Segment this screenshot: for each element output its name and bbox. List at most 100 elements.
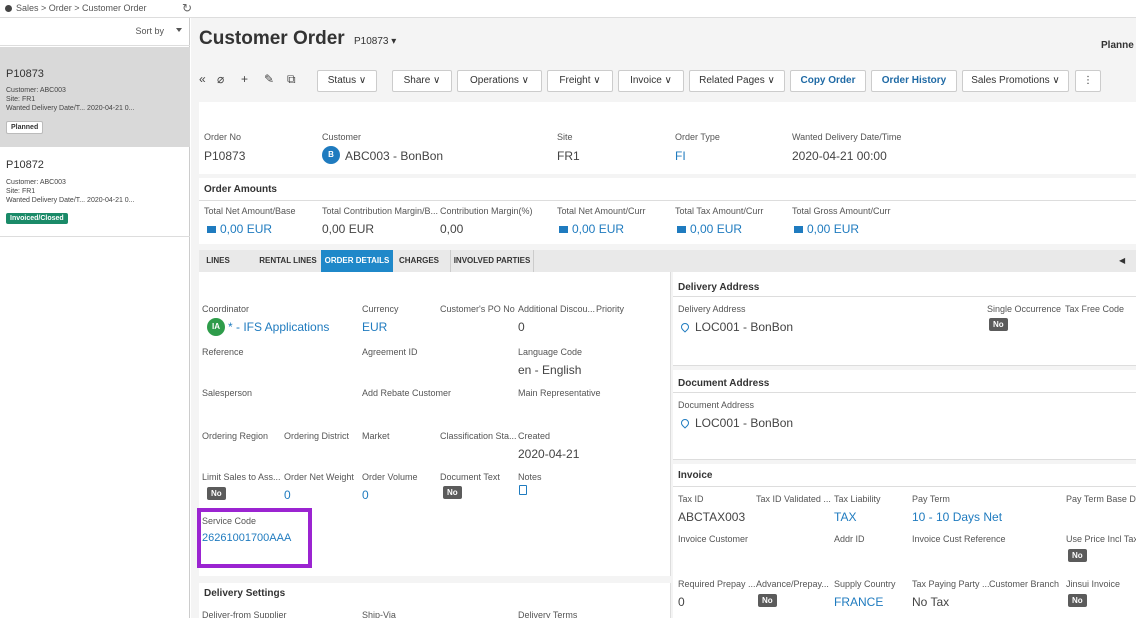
operations-menu-button[interactable]: Operations ∨: [457, 70, 542, 92]
copy-icon[interactable]: ⧉: [287, 72, 296, 87]
tab-rental-lines[interactable]: RENTAL LINES: [256, 250, 320, 272]
branch-label: Customer Branch: [989, 579, 1060, 589]
delivery-address-label: Delivery Address: [678, 304, 746, 314]
tax-liability-value[interactable]: TAX: [834, 510, 856, 524]
ship-via-label: Ship-Via: [362, 610, 396, 618]
status-menu-button[interactable]: Status ∨: [317, 70, 377, 92]
add-icon[interactable]: +: [241, 72, 248, 86]
order-wanted-date: Wanted Delivery Date/T... 2020-04-21 0..…: [6, 197, 135, 204]
customer-label: Customer: [322, 132, 362, 142]
order-details-panel: Coordinator IA * - IFS Applications Curr…: [197, 272, 671, 618]
prepay-value: 0: [678, 595, 685, 609]
page-header: Customer Order P10873 ▾ Planne « ⌀ + ✎ ⧉…: [191, 18, 1136, 102]
order-customer: Customer: ABC003: [6, 87, 66, 94]
net-curr-amount: 0,00 EUR: [572, 222, 625, 236]
divider: [199, 576, 671, 583]
refresh-icon[interactable]: ↻: [182, 1, 192, 15]
doc-text-badge: No: [443, 486, 462, 499]
jinsui-label: Jinsui Invoice: [1066, 579, 1121, 589]
sort-by-control[interactable]: Sort by: [0, 18, 190, 46]
delivery-address-value[interactable]: LOC001 - BonBon: [679, 320, 794, 334]
language-label: Language Code: [518, 347, 583, 357]
order-no-label: Order No: [204, 132, 242, 142]
breadcrumb[interactable]: Sales > Order > Customer Order: [16, 3, 147, 13]
contribution-value: 0,00 EUR: [322, 222, 375, 236]
tab-lines[interactable]: LINES: [199, 250, 237, 272]
document-address-panel: Document Address Document Address LOC001…: [673, 370, 1136, 460]
coordinator-value[interactable]: * - IFS Applications: [228, 320, 329, 334]
customer-value[interactable]: ABC003 - BonBon: [345, 149, 443, 163]
tab-scroll-left-icon[interactable]: ◀: [1119, 256, 1125, 265]
order-card[interactable]: P10872 Customer: ABC003 Site: FR1 Wanted…: [0, 147, 190, 237]
delivery-address-text: LOC001 - BonBon: [695, 320, 794, 334]
deliver-from-label: Deliver-from Supplier: [202, 610, 287, 618]
collapse-icon[interactable]: «: [199, 72, 206, 86]
order-id: P10872: [6, 159, 44, 171]
currency-value[interactable]: EUR: [362, 320, 387, 334]
coordinator-label: Coordinator: [202, 304, 250, 314]
tab-involved-parties[interactable]: INVOLVED PARTIES: [450, 250, 534, 272]
attachment-icon[interactable]: ⌀: [217, 72, 224, 86]
delivery-address-panel: Delivery Address Delivery Address LOC001…: [673, 272, 1136, 366]
net-curr-value[interactable]: 0,00 EUR: [559, 222, 624, 236]
main-rep-label: Main Representative: [518, 388, 601, 398]
order-no-value: P10873: [204, 149, 246, 163]
notes-icon[interactable]: [519, 485, 527, 495]
pay-term-value[interactable]: 10 - 10 Days Net: [912, 510, 1002, 524]
home-icon[interactable]: [5, 5, 12, 12]
region-label: Ordering Region: [202, 431, 269, 441]
net-base-value[interactable]: 0,00 EUR: [207, 222, 272, 236]
supply-country-value[interactable]: FRANCE: [834, 595, 883, 609]
net-base-amount: 0,00 EUR: [220, 222, 273, 236]
currency-icon: [794, 226, 803, 234]
delivery-settings-title: Delivery Settings: [204, 588, 286, 599]
divider: [199, 200, 1136, 201]
share-menu-button[interactable]: Share ∨: [392, 70, 452, 92]
edit-icon[interactable]: ✎: [264, 72, 274, 86]
net-weight-value[interactable]: 0: [284, 488, 291, 502]
tax-free-label: Tax Free Code: [1065, 304, 1125, 314]
order-type-value[interactable]: FI: [675, 149, 686, 163]
tax-id-value: ABCTAX003: [678, 510, 746, 524]
prepay-label: Required Prepay ...: [678, 579, 756, 589]
tax-value[interactable]: 0,00 EUR: [677, 222, 742, 236]
status-indicator: Planne: [1101, 40, 1134, 51]
language-value: en - English: [518, 363, 582, 377]
copy-order-button[interactable]: Copy Order: [790, 70, 866, 92]
tax-id-label: Tax ID: [678, 494, 704, 504]
reference-label: Reference: [202, 347, 244, 357]
discount-value: 0: [518, 320, 525, 334]
volume-value[interactable]: 0: [362, 488, 369, 502]
customer-avatar: B: [322, 146, 340, 164]
price-incl-tax-label: Use Price Incl Tax: [1066, 534, 1136, 544]
gross-value[interactable]: 0,00 EUR: [794, 222, 859, 236]
pay-term-base-label: Pay Term Base D...: [1066, 494, 1136, 504]
sales-promotions-menu-button[interactable]: Sales Promotions ∨: [962, 70, 1069, 92]
order-customer: Customer: ABC003: [6, 179, 66, 186]
tax-liability-label: Tax Liability: [834, 494, 881, 504]
district-label: Ordering District: [284, 431, 350, 441]
tab-charges[interactable]: CHARGES: [395, 250, 443, 272]
invoice-menu-button[interactable]: Invoice ∨: [618, 70, 684, 92]
record-selector[interactable]: P10873 ▾: [354, 36, 396, 47]
order-history-button[interactable]: Order History: [871, 70, 957, 92]
order-site: Site: FR1: [6, 188, 36, 195]
page-title-text: Customer Order: [199, 28, 345, 49]
document-address-value[interactable]: LOC001 - BonBon: [679, 416, 793, 430]
freight-menu-button[interactable]: Freight ∨: [547, 70, 613, 92]
order-card[interactable]: P10873 Customer: ABC003 Site: FR1 Wanted…: [0, 47, 190, 147]
addr-id-label: Addr ID: [834, 534, 865, 544]
breadcrumb-bar: Sales > Order > Customer Order ↻: [0, 0, 1136, 18]
currency-icon: [559, 226, 568, 234]
related-pages-menu-button[interactable]: Related Pages ∨: [689, 70, 785, 92]
status-badge: Invoiced/Closed: [6, 213, 68, 224]
location-pin-icon: [679, 321, 691, 333]
contribution-pct-value: 0,00: [440, 222, 464, 236]
order-amounts-title: Order Amounts: [204, 184, 277, 195]
tab-order-details[interactable]: ORDER DETAILS: [321, 250, 393, 272]
header-spacer: [199, 102, 1136, 124]
more-options-button[interactable]: ⋮: [1075, 70, 1101, 92]
discount-label: Additional Discou...: [518, 304, 596, 314]
net-curr-label: Total Net Amount/Curr: [557, 206, 646, 216]
contribution-pct-label: Contribution Margin(%): [440, 206, 533, 216]
